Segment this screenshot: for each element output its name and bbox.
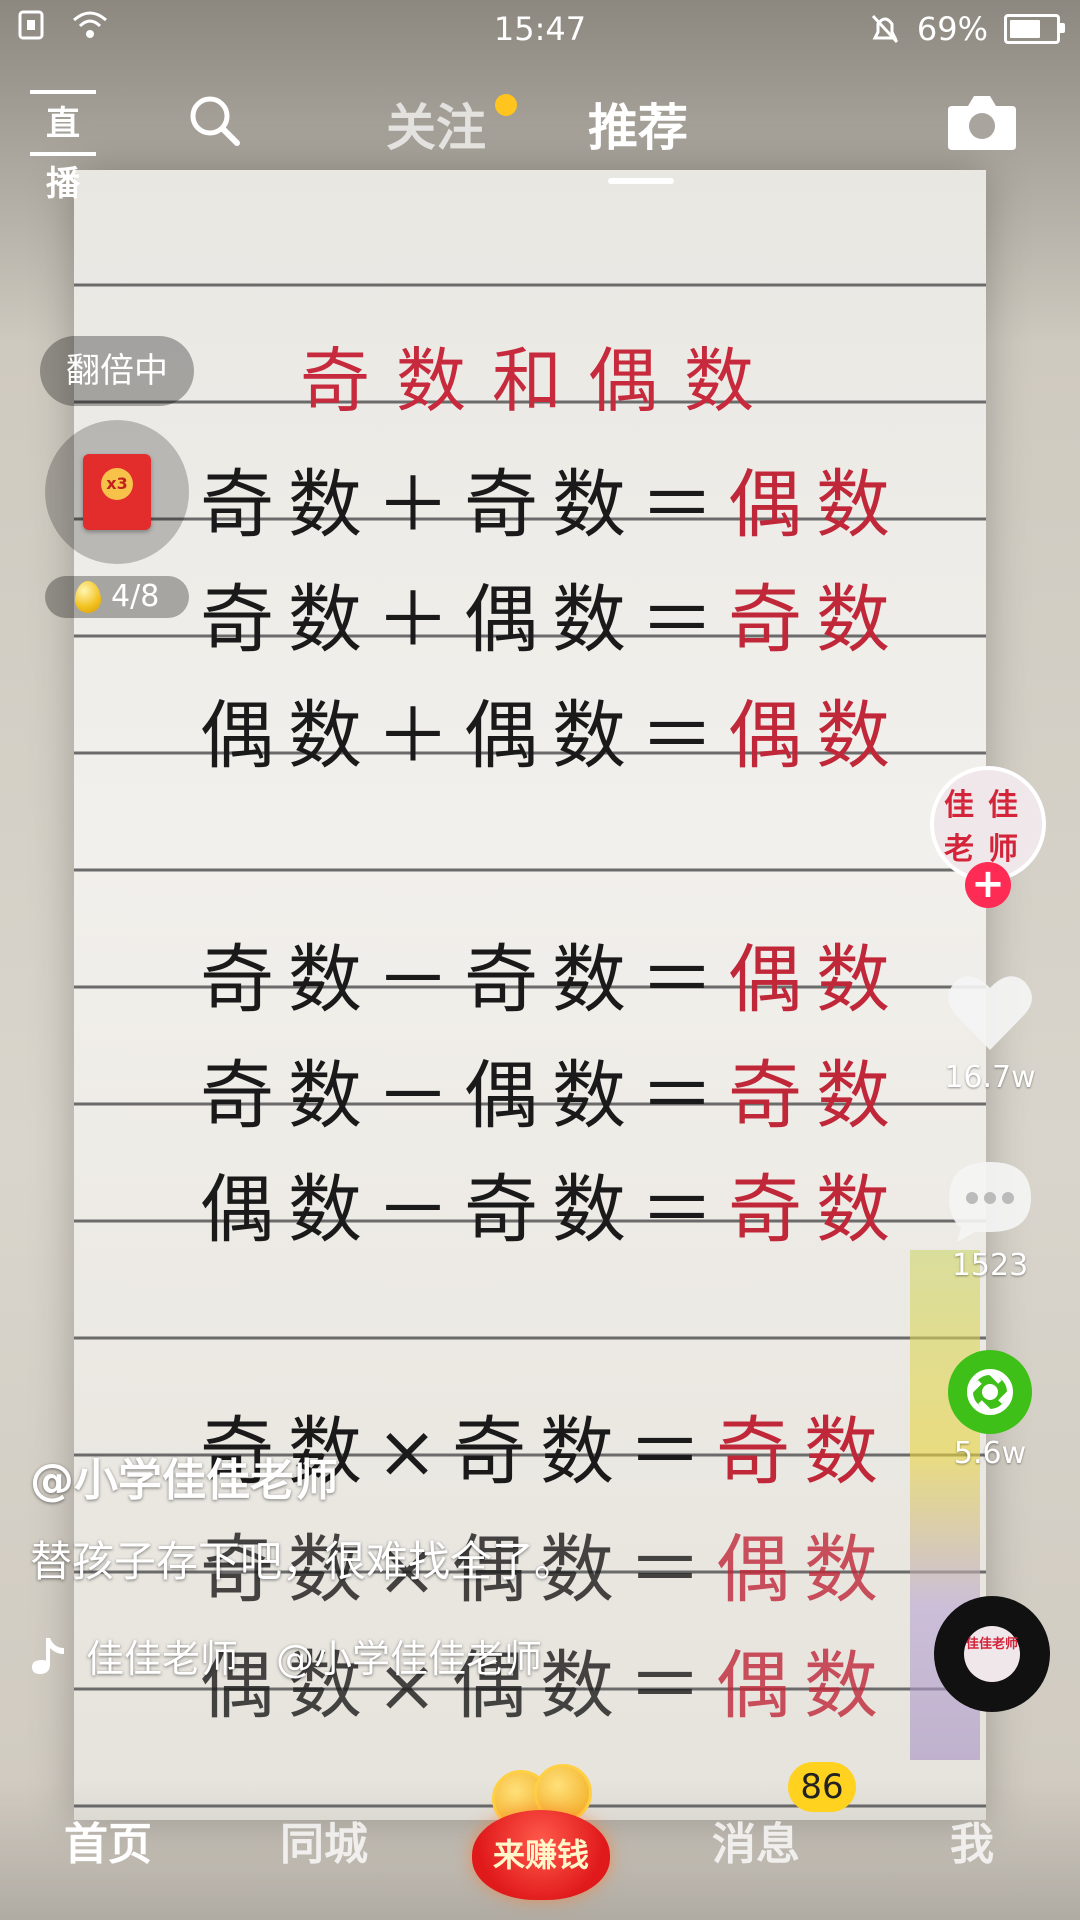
red-packet-reward[interactable]: x3 bbox=[45, 420, 189, 564]
mute-bell-icon bbox=[871, 14, 898, 44]
active-tab-indicator bbox=[608, 178, 674, 184]
music-note-icon bbox=[32, 1637, 64, 1674]
share-button[interactable]: 5.6w bbox=[940, 1350, 1040, 1471]
reward-progress[interactable]: 4/8 bbox=[45, 576, 189, 618]
tab-recommend[interactable]: 推荐 bbox=[588, 88, 688, 160]
music-info[interactable]: 佳佳老师 @小学佳佳老师 bbox=[30, 1628, 542, 1683]
earn-money-label: 来赚钱 bbox=[492, 1836, 589, 1874]
video-title-text: 奇数和偶数 bbox=[300, 340, 780, 422]
author-name[interactable]: @小学佳佳老师 bbox=[30, 1444, 338, 1508]
follow-plus-button[interactable]: + bbox=[965, 862, 1011, 908]
battery-percent: 69% bbox=[916, 10, 988, 48]
music-disc-cover: 佳佳老师 bbox=[964, 1626, 1020, 1682]
search-icon[interactable] bbox=[188, 94, 240, 146]
battery-icon bbox=[1004, 14, 1065, 44]
live-button[interactable]: 直播 bbox=[30, 90, 96, 204]
comment-icon bbox=[949, 1162, 1031, 1242]
unread-dot bbox=[495, 94, 517, 116]
multiplier-badge: x3 bbox=[101, 468, 133, 500]
nav-home[interactable]: 首页 bbox=[64, 1808, 152, 1872]
earn-money-button[interactable]: 来赚钱 bbox=[472, 1764, 610, 1900]
nav-me[interactable]: 我 bbox=[950, 1808, 994, 1872]
red-packet-icon: x3 bbox=[83, 454, 151, 530]
share-icon bbox=[948, 1350, 1032, 1434]
share-count: 5.6w bbox=[953, 1436, 1027, 1471]
comment-count: 1523 bbox=[951, 1248, 1029, 1283]
battery-level bbox=[1010, 20, 1041, 38]
gold-egg-icon bbox=[75, 581, 101, 613]
equation-line: 奇数－奇数＝偶数 bbox=[200, 937, 904, 1023]
equation-line: 偶数＋偶数＝偶数 bbox=[200, 693, 904, 779]
like-button[interactable]: 16.7w bbox=[940, 970, 1040, 1095]
double-reward-label[interactable]: 翻倍中 bbox=[40, 336, 194, 406]
nav-messages[interactable]: 消息 bbox=[712, 1808, 800, 1872]
comment-button[interactable]: 1523 bbox=[940, 1158, 1040, 1283]
avatar-text: 佳佳老师 bbox=[944, 788, 1032, 867]
heart-icon bbox=[948, 976, 1032, 1050]
reward-progress-text: 4/8 bbox=[111, 579, 160, 614]
equation-line: 奇数＋偶数＝奇数 bbox=[200, 577, 904, 663]
music-title: 佳佳老师 @小学佳佳老师 bbox=[86, 1637, 543, 1681]
video-description: 替孩子存下吧，很难找全了。 bbox=[30, 1537, 577, 1586]
equation-line: 偶数－奇数＝奇数 bbox=[200, 1167, 904, 1253]
top-nav: 直播 关注 推荐 bbox=[0, 80, 1080, 204]
nav-nearby[interactable]: 同城 bbox=[280, 1808, 368, 1872]
tab-follow[interactable]: 关注 bbox=[386, 88, 486, 160]
equation-line: 奇数－偶数＝奇数 bbox=[200, 1053, 904, 1139]
like-count: 16.7w bbox=[944, 1060, 1036, 1095]
messages-badge: 86 bbox=[788, 1762, 856, 1812]
camera-icon[interactable] bbox=[946, 92, 1018, 152]
status-bar: 15:47 69% bbox=[0, 0, 1080, 60]
equation-line: 奇数＋奇数＝偶数 bbox=[200, 462, 904, 548]
music-disc[interactable]: 佳佳老师 bbox=[934, 1596, 1050, 1712]
